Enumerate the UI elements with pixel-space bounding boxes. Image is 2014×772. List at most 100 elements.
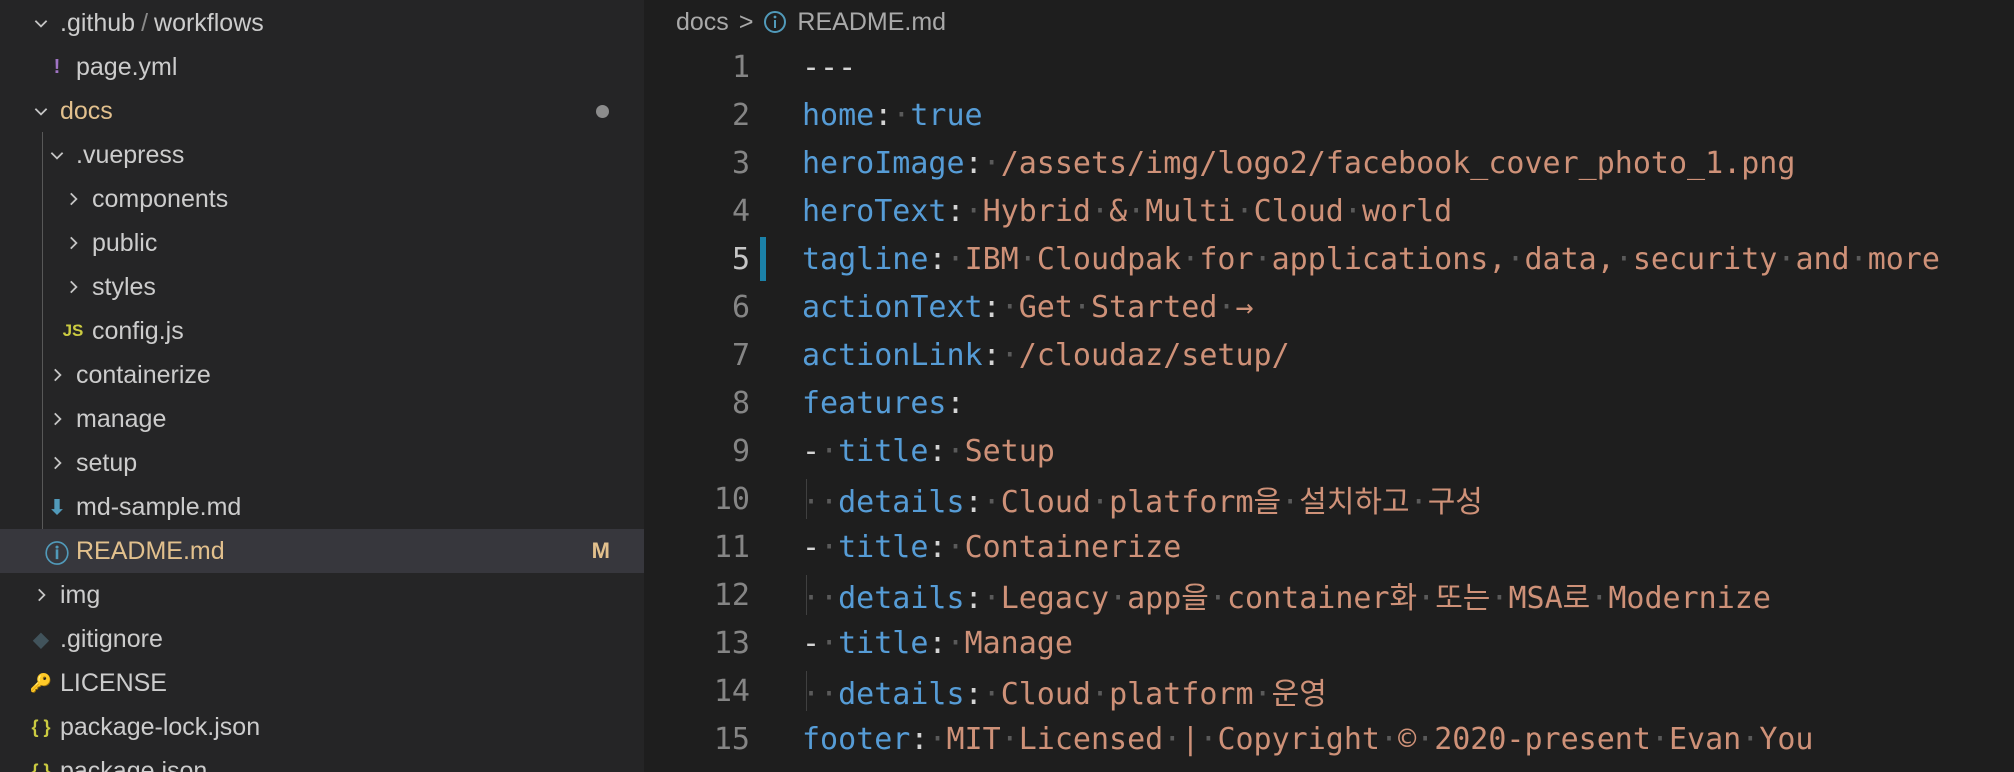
yaml-value: Cloud bbox=[1253, 193, 1344, 229]
whitespace-marker: · bbox=[1849, 241, 1868, 277]
line-text: heroImage:·/assets/img/logo2/facebook_co… bbox=[802, 146, 1795, 181]
line-number: 8 bbox=[731, 385, 750, 421]
file-row--gitignore[interactable]: ◆ .gitignore bbox=[0, 617, 644, 661]
yaml-value: 구성 bbox=[1427, 485, 1483, 520]
json-file-icon: { } bbox=[31, 760, 51, 772]
folder-row-components[interactable]: components bbox=[0, 177, 644, 221]
line-text: -·title:·Manage bbox=[802, 626, 1073, 661]
tree-item-label: img bbox=[60, 580, 101, 609]
line-number: 15 bbox=[713, 721, 750, 757]
whitespace-marker: · bbox=[1417, 581, 1436, 616]
code-line[interactable]: 9 -·title:·Setup bbox=[644, 427, 2014, 475]
line-text: heroText:·Hybrid·&·Multi·Cloud·world bbox=[802, 194, 1452, 229]
tree-item-label: manage bbox=[76, 404, 167, 433]
whitespace-marker: · bbox=[1109, 581, 1128, 616]
line-number: 10 bbox=[713, 481, 750, 517]
folder-row-img[interactable]: img bbox=[0, 573, 644, 617]
file-row-readme-md[interactable]: ⓘ README.md M bbox=[0, 529, 644, 573]
punctuation: : bbox=[964, 581, 983, 616]
code-line[interactable]: 11 -·title:·Containerize bbox=[644, 523, 2014, 571]
yaml-key: details bbox=[838, 581, 965, 616]
code-line[interactable]: 3 heroImage:·/assets/img/logo2/facebook_c… bbox=[644, 139, 2014, 187]
line-number: 7 bbox=[731, 337, 750, 373]
whitespace-marker: · bbox=[1590, 581, 1609, 616]
whitespace-marker: · bbox=[982, 581, 1001, 616]
yaml-value: You bbox=[1759, 721, 1814, 757]
code-line[interactable]: 10 ··details:·Cloud·platform을·설치하고·구성 bbox=[644, 475, 2014, 523]
editor-pane: docs > README.md 1 --- 2 home:·true 3 heroIma… bbox=[644, 0, 2014, 772]
code-line[interactable]: 6 actionText:·Get·Started·→ bbox=[644, 283, 2014, 331]
code-line[interactable]: 5 tagline:·IBM·Cloudpak·for·applications,… bbox=[644, 235, 2014, 283]
punctuation: : bbox=[910, 721, 929, 757]
punctuation: : bbox=[982, 289, 1001, 325]
line-number: 13 bbox=[713, 625, 750, 661]
tree-item-label: config.js bbox=[92, 316, 184, 345]
yaml-value: 2020-present bbox=[1434, 721, 1651, 757]
yaml-value: Cloud bbox=[1000, 677, 1091, 712]
chevron-right-icon[interactable] bbox=[60, 177, 86, 221]
chevron-right-icon[interactable] bbox=[60, 265, 86, 309]
yaml-value: Hybrid bbox=[982, 193, 1091, 229]
code-line[interactable]: 15 footer:·MIT·Licensed·|·Copyright·©·202… bbox=[644, 715, 2014, 763]
folder-row--vuepress[interactable]: .vuepress bbox=[0, 133, 644, 177]
yaml-value: Modernize bbox=[1608, 581, 1771, 616]
yaml-key: heroImage bbox=[802, 145, 965, 181]
chevron-down-icon[interactable] bbox=[28, 89, 54, 133]
code-line[interactable]: 7 actionLink:·/cloudaz/setup/ bbox=[644, 331, 2014, 379]
chevron-right-icon[interactable] bbox=[44, 397, 70, 441]
line-number: 9 bbox=[731, 433, 750, 469]
folder-row-containerize[interactable]: containerize bbox=[0, 353, 644, 397]
folder-row--github[interactable]: .github / workflows bbox=[0, 1, 644, 45]
json-file-icon: { } bbox=[31, 716, 51, 737]
chevron-right-icon[interactable] bbox=[28, 573, 54, 617]
folder-row-public[interactable]: public bbox=[0, 221, 644, 265]
whitespace-marker: · bbox=[982, 145, 1001, 181]
breadcrumb-file[interactable]: README.md bbox=[797, 8, 946, 37]
line-text: home:·true bbox=[802, 98, 983, 133]
file-row-md-sample-md[interactable]: ⬇ md-sample.md bbox=[0, 485, 644, 529]
code-line[interactable]: 13 -·title:·Manage bbox=[644, 619, 2014, 667]
chevron-right-icon[interactable] bbox=[44, 441, 70, 485]
punctuation: : bbox=[964, 145, 983, 181]
whitespace-marker: · bbox=[1000, 337, 1019, 373]
breadcrumb-folder[interactable]: docs bbox=[676, 8, 729, 37]
file-row-package-lock-json[interactable]: { } package-lock.json bbox=[0, 705, 644, 749]
whitespace-marker: · bbox=[1281, 485, 1300, 520]
chevron-right-icon[interactable] bbox=[44, 353, 70, 397]
folder-row-docs[interactable]: docs bbox=[0, 89, 644, 133]
line-number: 14 bbox=[713, 673, 750, 709]
chevron-right-icon[interactable] bbox=[60, 221, 86, 265]
tree-item-label: LICENSE bbox=[60, 668, 167, 697]
line-number: 6 bbox=[731, 289, 750, 325]
code-line[interactable]: 4 heroText:·Hybrid·&·Multi·Cloud·world bbox=[644, 187, 2014, 235]
code-line[interactable]: 8 features: bbox=[644, 379, 2014, 427]
whitespace-marker: · bbox=[1614, 241, 1633, 277]
yaml-value: | bbox=[1181, 721, 1200, 757]
chevron-down-icon[interactable] bbox=[28, 1, 54, 45]
tree-item-label: docs bbox=[60, 96, 113, 125]
whitespace-marker: · bbox=[1409, 485, 1428, 520]
whitespace-marker: · bbox=[1208, 581, 1227, 616]
code-line[interactable]: 2 home:·true bbox=[644, 91, 2014, 139]
yaml-value: app을 bbox=[1127, 581, 1209, 616]
file-row-license[interactable]: 🔑 LICENSE bbox=[0, 661, 644, 705]
folder-row-styles[interactable]: styles bbox=[0, 265, 644, 309]
code-line[interactable]: 12 ··details:·Legacy·app을·container화·또는·M… bbox=[644, 571, 2014, 619]
file-row-page-yml[interactable]: ! page.yml bbox=[0, 45, 644, 89]
file-row-package-json[interactable]: { } package.json bbox=[0, 749, 644, 772]
whitespace-marker: · bbox=[1091, 677, 1110, 712]
yaml-key: tagline bbox=[802, 241, 929, 277]
code-line[interactable]: 1 --- bbox=[644, 43, 2014, 91]
folder-row-setup[interactable]: setup bbox=[0, 441, 644, 485]
modified-dot-badge bbox=[596, 105, 609, 118]
punctuation: - bbox=[802, 625, 821, 661]
chevron-down-icon[interactable] bbox=[44, 133, 70, 177]
line-number: 1 bbox=[731, 49, 750, 85]
tree-item-label: .gitignore bbox=[60, 624, 163, 653]
yaml-value: more bbox=[1867, 241, 1940, 277]
yaml-value: Copyright bbox=[1217, 721, 1380, 757]
folder-row-manage[interactable]: manage bbox=[0, 397, 644, 441]
whitespace-marker: · bbox=[1741, 721, 1760, 757]
code-line[interactable]: 14 ··details:·Cloud·platform·운영 bbox=[644, 667, 2014, 715]
file-row-config-js[interactable]: JS config.js bbox=[0, 309, 644, 353]
